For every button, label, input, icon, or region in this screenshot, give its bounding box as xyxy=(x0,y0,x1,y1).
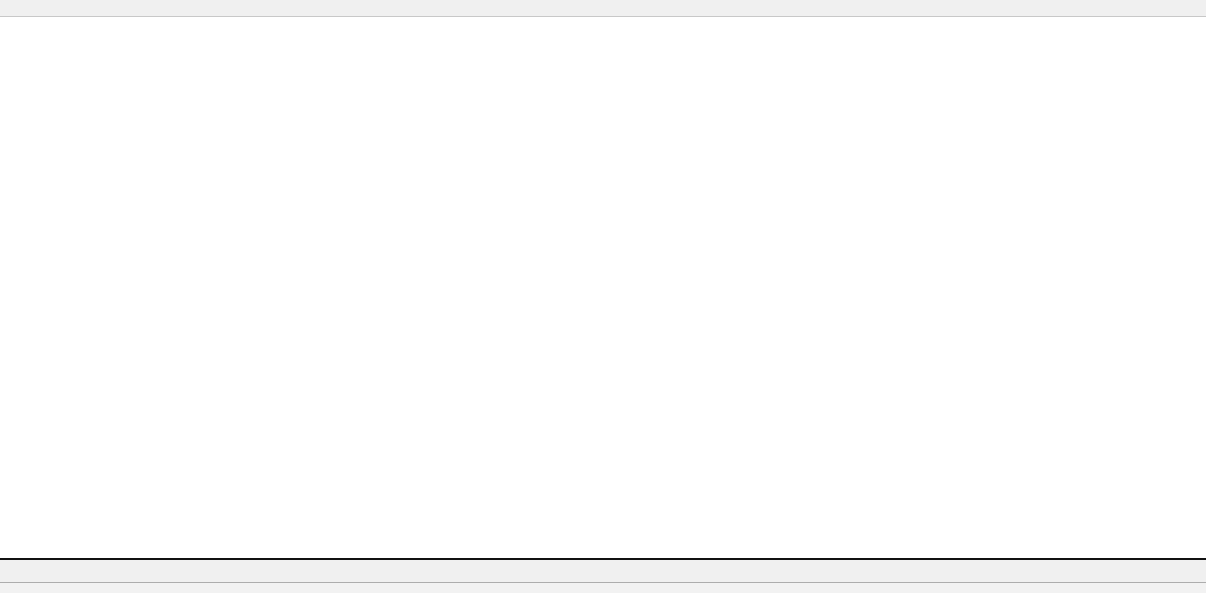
chart-window xyxy=(0,17,1206,558)
bottom-strip xyxy=(0,582,1206,593)
price-chart xyxy=(0,17,1206,558)
mt4-window xyxy=(0,0,1206,593)
chart-tabs-bar xyxy=(0,558,1206,582)
timeframe-toolbar xyxy=(0,0,1206,17)
